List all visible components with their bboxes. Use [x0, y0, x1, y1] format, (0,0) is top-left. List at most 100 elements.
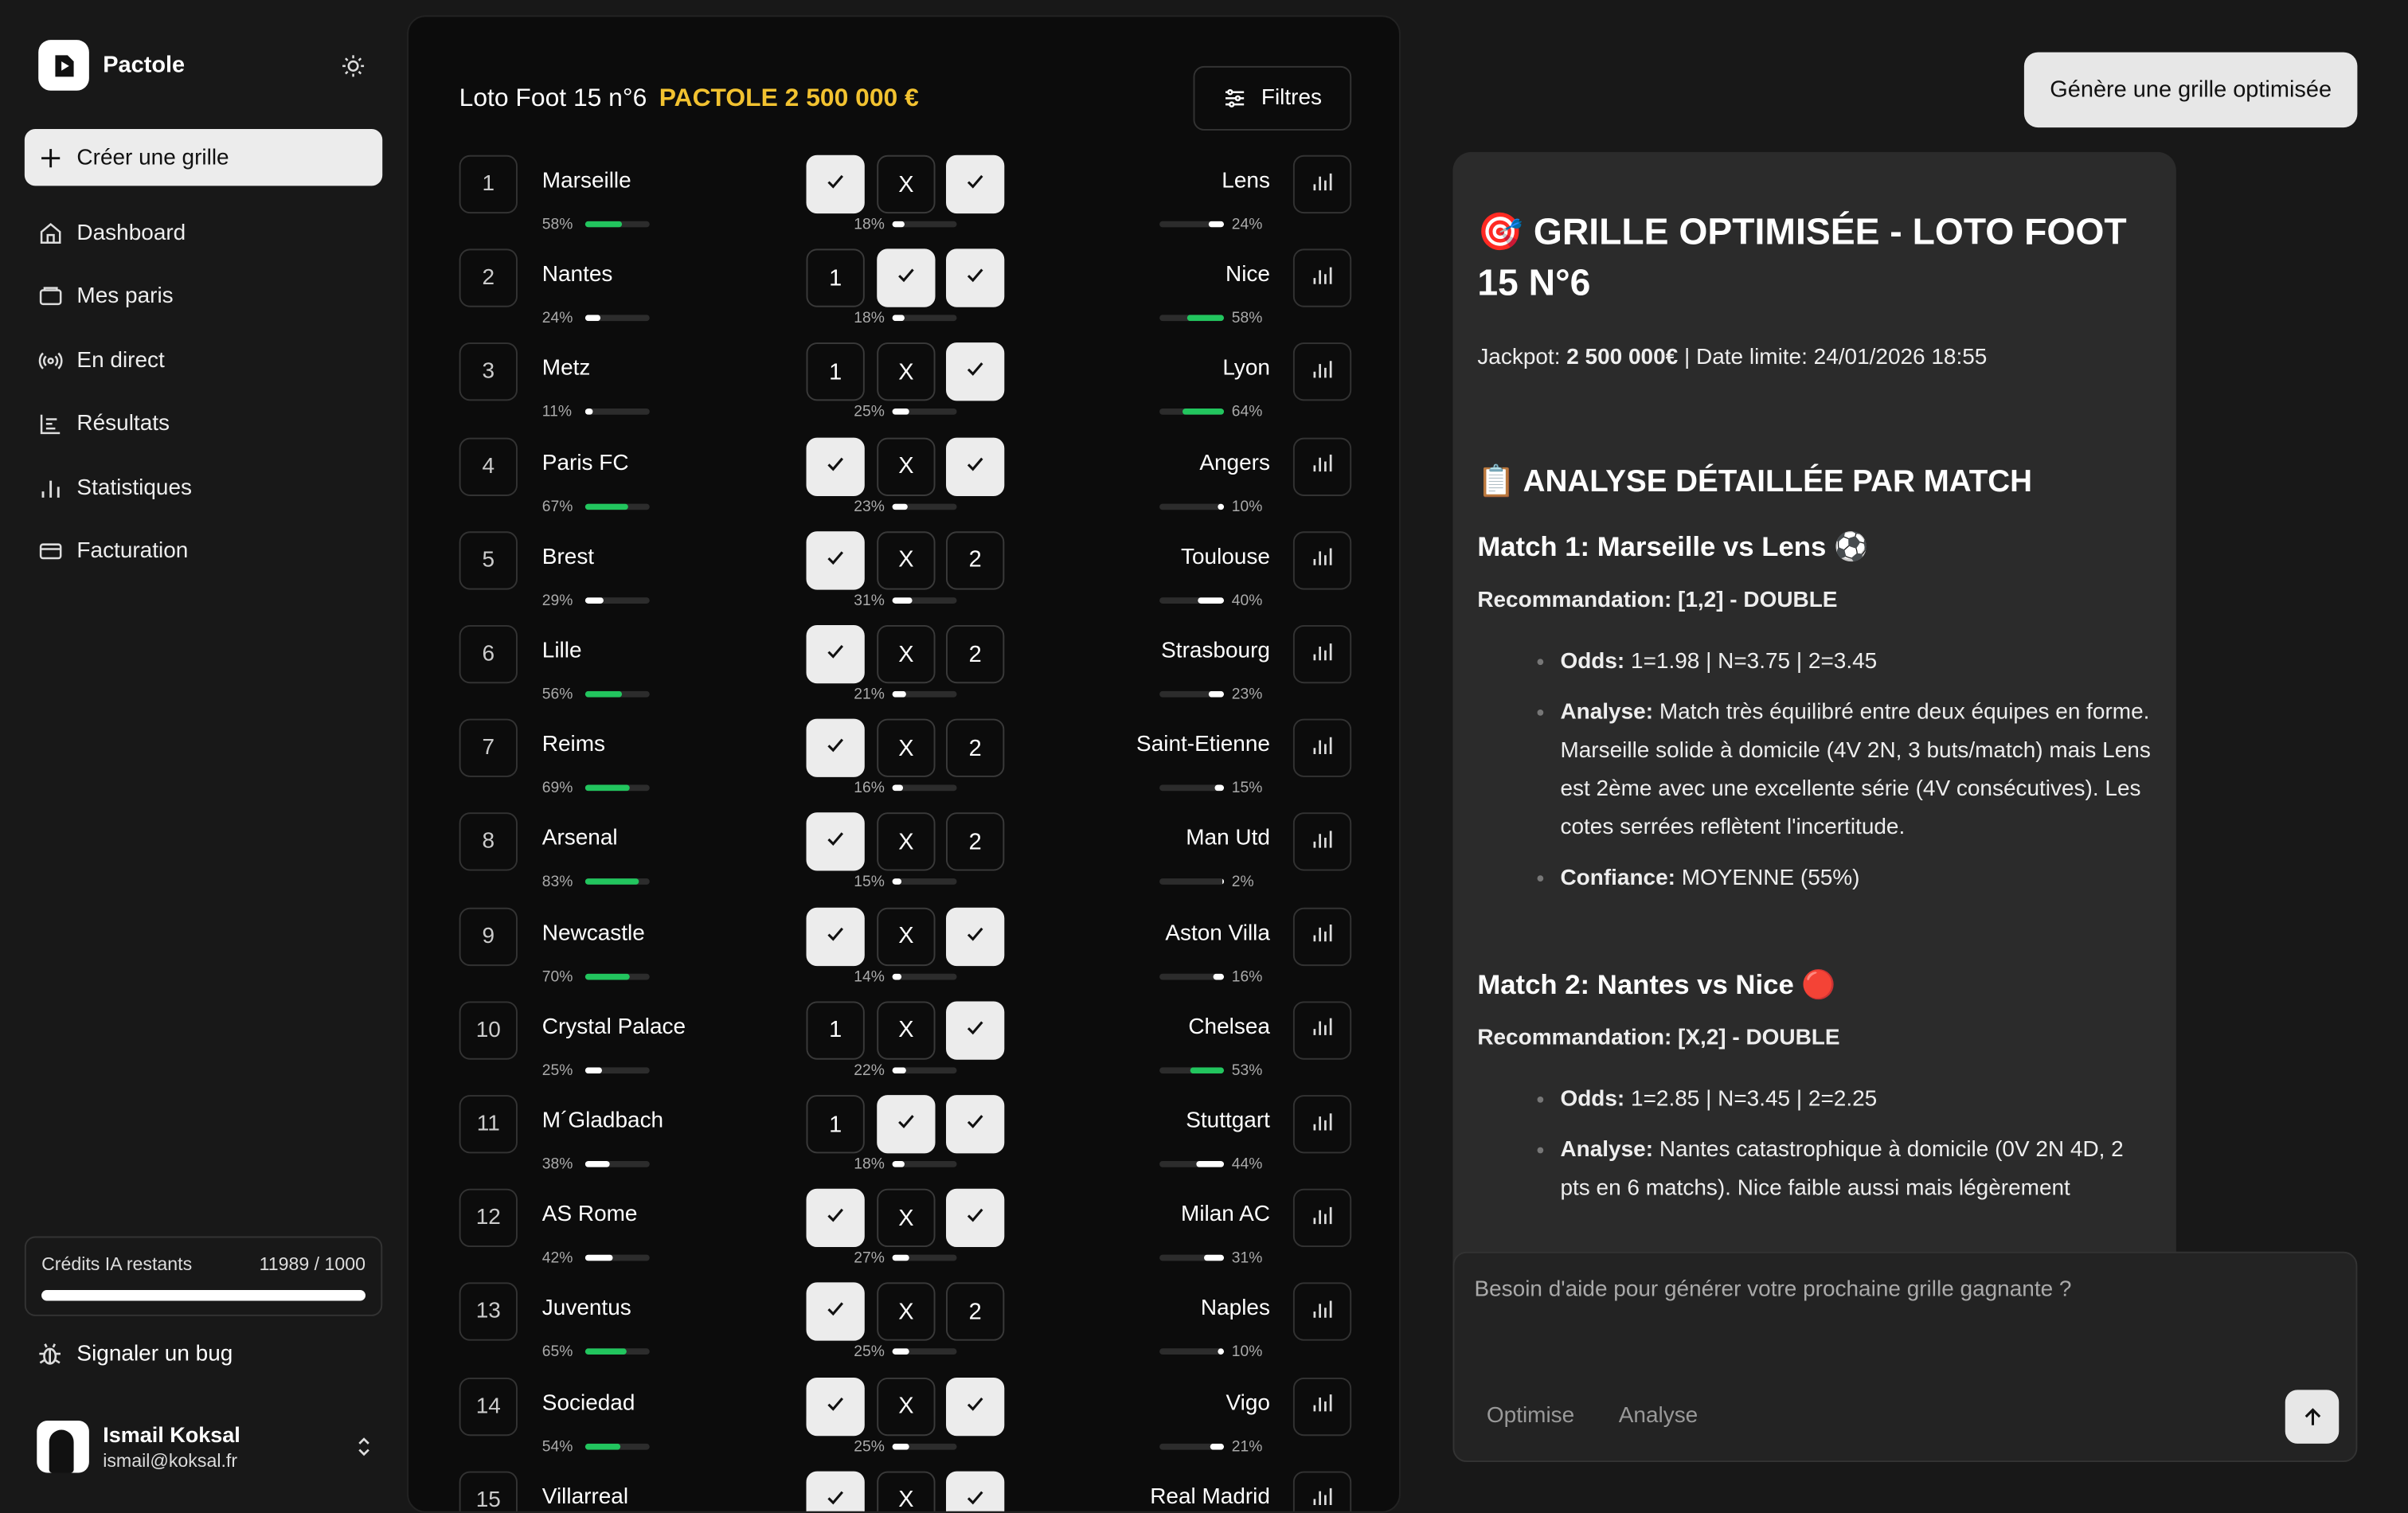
match-stats-button[interactable] — [1292, 436, 1352, 496]
match-stats-button[interactable] — [1292, 624, 1352, 684]
home-team: M´Gladbach — [541, 1108, 664, 1134]
option-2-button[interactable] — [946, 1471, 1005, 1511]
option-2-button[interactable]: 2 — [946, 1283, 1005, 1342]
analysis-heading-text: ANALYSE DÉTAILLÉE PAR MATCH — [1523, 465, 2032, 499]
option-x-button-label: X — [898, 923, 914, 950]
option-2-button[interactable] — [946, 436, 1005, 496]
option-x-button[interactable]: X — [877, 718, 936, 778]
option-x-button[interactable]: X — [877, 1377, 936, 1436]
option-2-button[interactable] — [946, 1189, 1005, 1248]
option-x-button[interactable]: X — [877, 1471, 936, 1511]
option-1-button[interactable]: 1 — [806, 248, 865, 308]
option-1-button-label: 1 — [829, 265, 842, 291]
analyse-chip-button[interactable]: Analyse — [1619, 1404, 1698, 1429]
match-stats-button[interactable] — [1292, 1001, 1352, 1060]
option-2-button[interactable] — [946, 154, 1005, 214]
soccer-ball-emoji-icon: ⚽ — [1833, 531, 1869, 562]
option-2-button[interactable]: 2 — [946, 718, 1005, 778]
option-2-button[interactable] — [946, 342, 1005, 402]
home-percent-bar — [584, 1161, 650, 1167]
home-percent-bar — [584, 1349, 650, 1355]
option-2-button[interactable] — [946, 1001, 1005, 1060]
option-1-button[interactable]: 1 — [806, 1095, 865, 1154]
option-2-button[interactable] — [946, 907, 1005, 966]
option-1-button[interactable] — [806, 436, 865, 496]
match-stats-button[interactable] — [1292, 342, 1352, 402]
sidebar-item-en-direct[interactable]: En direct — [25, 329, 382, 393]
match-stats-button[interactable] — [1292, 248, 1352, 308]
option-2-button[interactable]: 2 — [946, 812, 1005, 872]
option-1-button[interactable] — [806, 530, 865, 590]
table-row: 8 Arsenal 83% X 2 15% Man Utd 2% — [459, 812, 1352, 902]
option-x-button[interactable] — [877, 248, 936, 308]
home-percent-bar — [584, 784, 650, 792]
option-x-button[interactable] — [877, 1095, 936, 1154]
option-2-button[interactable]: 2 — [946, 624, 1005, 684]
option-x-button[interactable]: X — [877, 530, 936, 590]
chat-input-placeholder[interactable]: Besoin d'aide pour générer votre prochai… — [1474, 1278, 2071, 1303]
user-menu[interactable]: Ismail Koksal ismail@koksal.fr — [37, 1420, 374, 1473]
draw-percent: 21% — [854, 686, 885, 704]
option-1-button[interactable] — [806, 154, 865, 214]
draw-percent-bar — [892, 690, 957, 698]
sidebar-item-resultats[interactable]: Résultats — [25, 393, 382, 456]
away-team: Milan AC — [1181, 1202, 1270, 1228]
home-percent-bar — [584, 221, 650, 228]
sidebar-item-facturation[interactable]: Facturation — [25, 520, 382, 584]
match-stats-button[interactable] — [1292, 1377, 1352, 1436]
option-1-button[interactable] — [806, 1189, 865, 1248]
option-2-button[interactable]: 2 — [946, 530, 1005, 590]
create-grid-button[interactable]: Créer une grille — [24, 129, 383, 186]
option-x-button[interactable]: X — [877, 907, 936, 966]
brand[interactable]: Pactole — [38, 40, 185, 91]
away-team: Naples — [1200, 1296, 1270, 1322]
option-1-button[interactable] — [806, 1377, 865, 1436]
theme-toggle-sun-icon[interactable] — [338, 51, 369, 82]
match-stats-button[interactable] — [1292, 1095, 1352, 1154]
option-x-button[interactable]: X — [877, 812, 936, 872]
option-1-button-label: 1 — [829, 359, 842, 385]
option-1-button[interactable] — [806, 1471, 865, 1511]
match-stats-button[interactable] — [1292, 1471, 1352, 1511]
match-stats-button[interactable] — [1292, 812, 1352, 872]
option-1-button[interactable]: 1 — [806, 1001, 865, 1060]
option-1-button[interactable] — [806, 624, 865, 684]
option-1-button[interactable] — [806, 907, 865, 966]
match-number: 14 — [459, 1377, 518, 1436]
generate-optimized-grid-button[interactable]: Génère une grille optimisée — [2023, 52, 2358, 128]
option-1-button[interactable] — [806, 718, 865, 778]
option-1-button[interactable] — [806, 812, 865, 872]
option-2-button[interactable] — [946, 1377, 1005, 1436]
option-x-button[interactable]: X — [877, 1001, 936, 1060]
option-x-button[interactable]: X — [877, 154, 936, 214]
option-2-button[interactable] — [946, 1095, 1005, 1154]
match-stats-button[interactable] — [1292, 1189, 1352, 1248]
option-1-button[interactable]: 1 — [806, 342, 865, 402]
option-x-button-label: X — [898, 171, 914, 197]
filters-button[interactable]: Filtres — [1193, 65, 1352, 131]
option-x-button[interactable]: X — [877, 624, 936, 684]
match-stats-button[interactable] — [1292, 154, 1352, 214]
match-stats-button[interactable] — [1292, 530, 1352, 590]
match-stats-button[interactable] — [1292, 907, 1352, 966]
sidebar-item-mes-paris[interactable]: Mes paris — [25, 265, 382, 329]
sidebar-item-statistiques[interactable]: Statistiques — [25, 456, 382, 520]
option-x-button[interactable]: X — [877, 1283, 936, 1342]
chat-input-box[interactable]: Besoin d'aide pour générer votre prochai… — [1452, 1251, 2358, 1463]
bar-chart-icon — [1312, 170, 1333, 199]
option-x-button[interactable]: X — [877, 436, 936, 496]
option-1-button[interactable] — [806, 1283, 865, 1342]
option-2-button[interactable] — [946, 248, 1005, 308]
match-stats-button[interactable] — [1292, 718, 1352, 778]
optimise-chip-button[interactable]: Optimise — [1487, 1404, 1574, 1429]
sidebar-item-label: Facturation — [76, 539, 189, 565]
report-bug-link[interactable]: Signaler un bug — [37, 1341, 233, 1367]
option-x-button[interactable]: X — [877, 342, 936, 402]
sidebar-item-dashboard[interactable]: Dashboard — [25, 201, 382, 265]
match-number: 13 — [459, 1283, 518, 1342]
draw-percent: 23% — [854, 498, 885, 516]
bar-chart-icon — [1312, 639, 1333, 669]
send-button[interactable] — [2285, 1390, 2340, 1444]
option-x-button[interactable]: X — [877, 1189, 936, 1248]
match-stats-button[interactable] — [1292, 1283, 1352, 1342]
